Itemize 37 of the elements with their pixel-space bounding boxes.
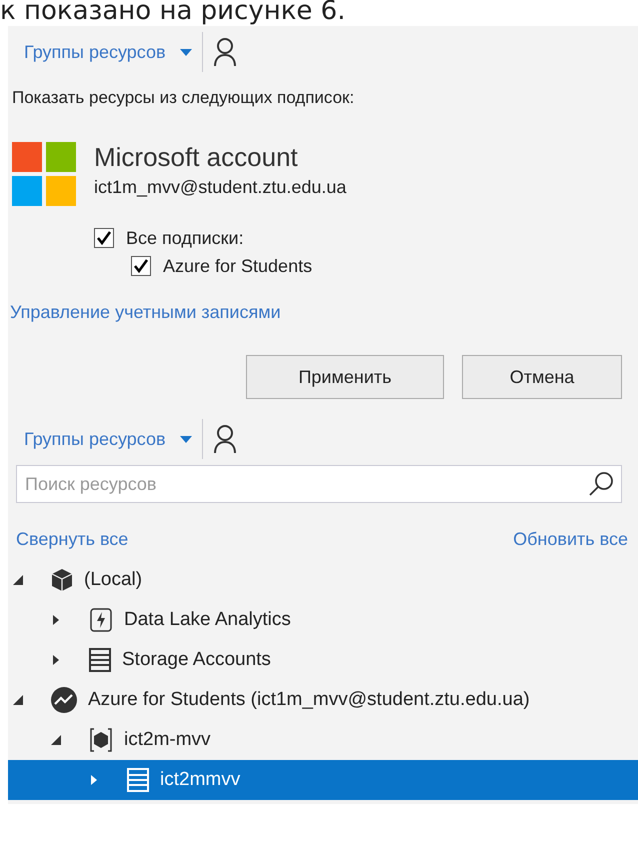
person-icon[interactable] (212, 424, 237, 454)
account-title: Microsoft account (94, 142, 299, 173)
resource-groups-dropdown[interactable]: Группы ресурсов (24, 42, 192, 62)
expanded-arrow-icon[interactable] (12, 694, 24, 706)
caret-icon (180, 436, 192, 442)
collapse-all-link[interactable]: Свернуть все (16, 529, 128, 550)
search-field[interactable]: Поиск ресурсов (16, 465, 622, 503)
apply-button[interactable]: Применить (246, 355, 444, 399)
manage-accounts-link[interactable]: Управление учетными записями (10, 302, 281, 322)
person-icon[interactable] (212, 37, 237, 67)
lightning-icon (88, 606, 114, 634)
refresh-all-link[interactable]: Обновить все (513, 529, 628, 550)
logo-icon (12, 142, 76, 206)
tree-item[interactable]: ict2mmvv (8, 760, 638, 800)
checkbox-label: Azure for Students (163, 256, 312, 276)
tree-item[interactable]: Storage Accounts (8, 640, 638, 680)
tree-item[interactable]: ict2m-mvv (8, 720, 638, 760)
checkbox[interactable] (94, 228, 114, 248)
caret-icon (180, 48, 192, 56)
tree-item[interactable]: Azure for Students (ict1m_mvv@student.ztu.edu.ua) (8, 680, 638, 720)
checkbox[interactable] (131, 256, 151, 276)
prompt-text: Показать ресурсы из следующих подписок: (11, 87, 356, 109)
storage-icon (126, 767, 150, 793)
cube-icon (50, 568, 74, 592)
group-icon (88, 726, 114, 754)
checkbox-label: Все подписки: (126, 228, 244, 248)
trend-icon (50, 686, 78, 714)
tree-item[interactable]: (Local) (8, 560, 638, 600)
storage-icon (88, 647, 112, 673)
caption-text: к показано на рисунке 6. (0, 0, 346, 26)
search-icon[interactable] (588, 471, 614, 497)
expanded-arrow-icon[interactable] (50, 734, 62, 746)
tree-item[interactable]: Data Lake Analytics (8, 600, 638, 640)
account-email: ict1m_mvv@student.ztu.edu.ua (94, 177, 346, 198)
resource-groups-dropdown[interactable]: Группы ресурсов (24, 428, 192, 450)
expanded-arrow-icon[interactable] (12, 574, 24, 586)
cancel-button[interactable]: Отмена (462, 355, 622, 399)
